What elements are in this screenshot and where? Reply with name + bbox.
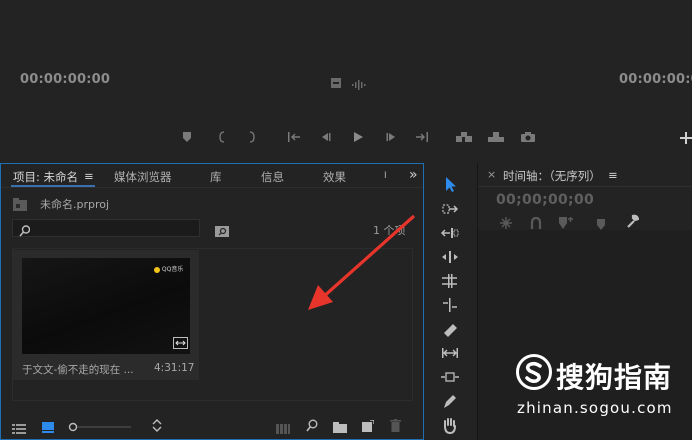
export-frame-icon[interactable] (520, 131, 536, 143)
project-file-icon (13, 197, 27, 216)
tab-libraries[interactable]: 库 (210, 169, 222, 185)
pen-tool-icon[interactable] (440, 392, 460, 410)
sort-icon[interactable] (152, 417, 162, 436)
find-icon[interactable] (306, 417, 318, 436)
panel-menu-icon[interactable]: ≡ (84, 169, 94, 183)
new-bin-icon[interactable] (333, 418, 347, 437)
icon-view-icon[interactable] (42, 418, 54, 437)
timeline-title[interactable]: 时间轴：（无序列） (503, 168, 601, 184)
tab-media-browser[interactable]: 媒体浏览器 (114, 169, 172, 185)
slide-tool-icon[interactable] (440, 368, 460, 386)
close-timeline-icon[interactable]: × (487, 168, 496, 181)
track-select-tool-icon[interactable] (440, 200, 460, 218)
active-tab-indicator (11, 185, 95, 187)
overwrite-icon[interactable] (487, 131, 505, 143)
sogou-logo-icon (516, 354, 552, 390)
step-forward-icon[interactable] (386, 131, 398, 143)
tab-info[interactable]: 信息 (261, 169, 284, 185)
program-timecode[interactable]: 00:00:00:00 (619, 72, 692, 87)
project-file-name: 未命名.prproj (40, 198, 110, 211)
clip-thumbnail-card[interactable]: QQ音乐 于文文-偷不走的现在 ... 4:31:17 (13, 250, 199, 380)
insert-icon[interactable] (455, 131, 473, 143)
find-bin-icon[interactable] (215, 222, 229, 241)
add-button-icon[interactable] (680, 132, 692, 144)
program-monitor: 00:00:00:00 00:00:00:00 (0, 0, 692, 160)
clear-icon[interactable] (390, 417, 401, 436)
mark-out-icon[interactable] (248, 131, 256, 143)
go-to-out-icon[interactable] (415, 131, 429, 143)
watermark-url: zhinan.sogou.com (517, 399, 673, 417)
play-icon[interactable] (352, 131, 364, 143)
step-back-icon[interactable] (319, 131, 331, 143)
project-panel-tabs: 项目: 未命名 ≡ 媒体浏览器 库 信息 效果 Ⅰ » (1, 164, 423, 188)
tab-overflow[interactable]: Ⅰ (384, 171, 387, 181)
slip-tool-icon[interactable] (440, 344, 460, 362)
razor-tool-icon[interactable] (440, 320, 460, 338)
qq-music-logo-icon (154, 266, 160, 273)
more-panels-icon[interactable]: » (409, 167, 418, 183)
zoom-slider[interactable] (67, 418, 133, 437)
tab-effects[interactable]: 效果 (323, 169, 346, 185)
clip-thumbnail[interactable]: QQ音乐 (22, 258, 190, 354)
tools-panel (428, 163, 472, 440)
search-input[interactable] (12, 219, 200, 237)
go-to-in-icon[interactable] (287, 131, 301, 143)
tab-project[interactable]: 项目: 未命名 (13, 169, 78, 185)
mark-in-icon[interactable] (218, 131, 226, 143)
timeline-timecode[interactable]: 00;00;00;00 (496, 192, 594, 208)
ripple-edit-tool-icon[interactable] (440, 224, 460, 242)
qq-music-badge: QQ音乐 (154, 264, 183, 273)
clip-duration: 4:31:17 (154, 362, 195, 374)
annotation-arrow-icon (308, 214, 416, 310)
marker-icon[interactable] (182, 131, 192, 143)
source-timecode[interactable]: 00:00:00:00 (20, 72, 110, 87)
razor-in-out-tool-icon[interactable] (440, 296, 460, 314)
new-item-icon[interactable] (362, 417, 375, 436)
rate-stretch-tool-icon[interactable] (440, 272, 460, 290)
video-usage-icon (173, 337, 188, 349)
timeline-menu-icon[interactable]: ≡ (608, 168, 618, 182)
clip-name: 于文文-偷不走的现在 ... (22, 364, 134, 376)
safe-margins-icon[interactable] (330, 74, 342, 93)
selection-tool-icon[interactable] (440, 175, 460, 193)
timeline-tab-bar: × 时间轴：（无序列） ≡ (478, 163, 692, 187)
hand-tool-icon[interactable] (440, 416, 460, 435)
audio-waveform-icon[interactable] (352, 75, 366, 94)
automate-to-sequence-icon[interactable] (276, 419, 290, 438)
search-icon (19, 222, 31, 241)
rolling-edit-tool-icon[interactable] (440, 248, 460, 266)
list-view-icon[interactable] (12, 419, 26, 438)
watermark-title: 搜狗指南 (556, 361, 673, 394)
